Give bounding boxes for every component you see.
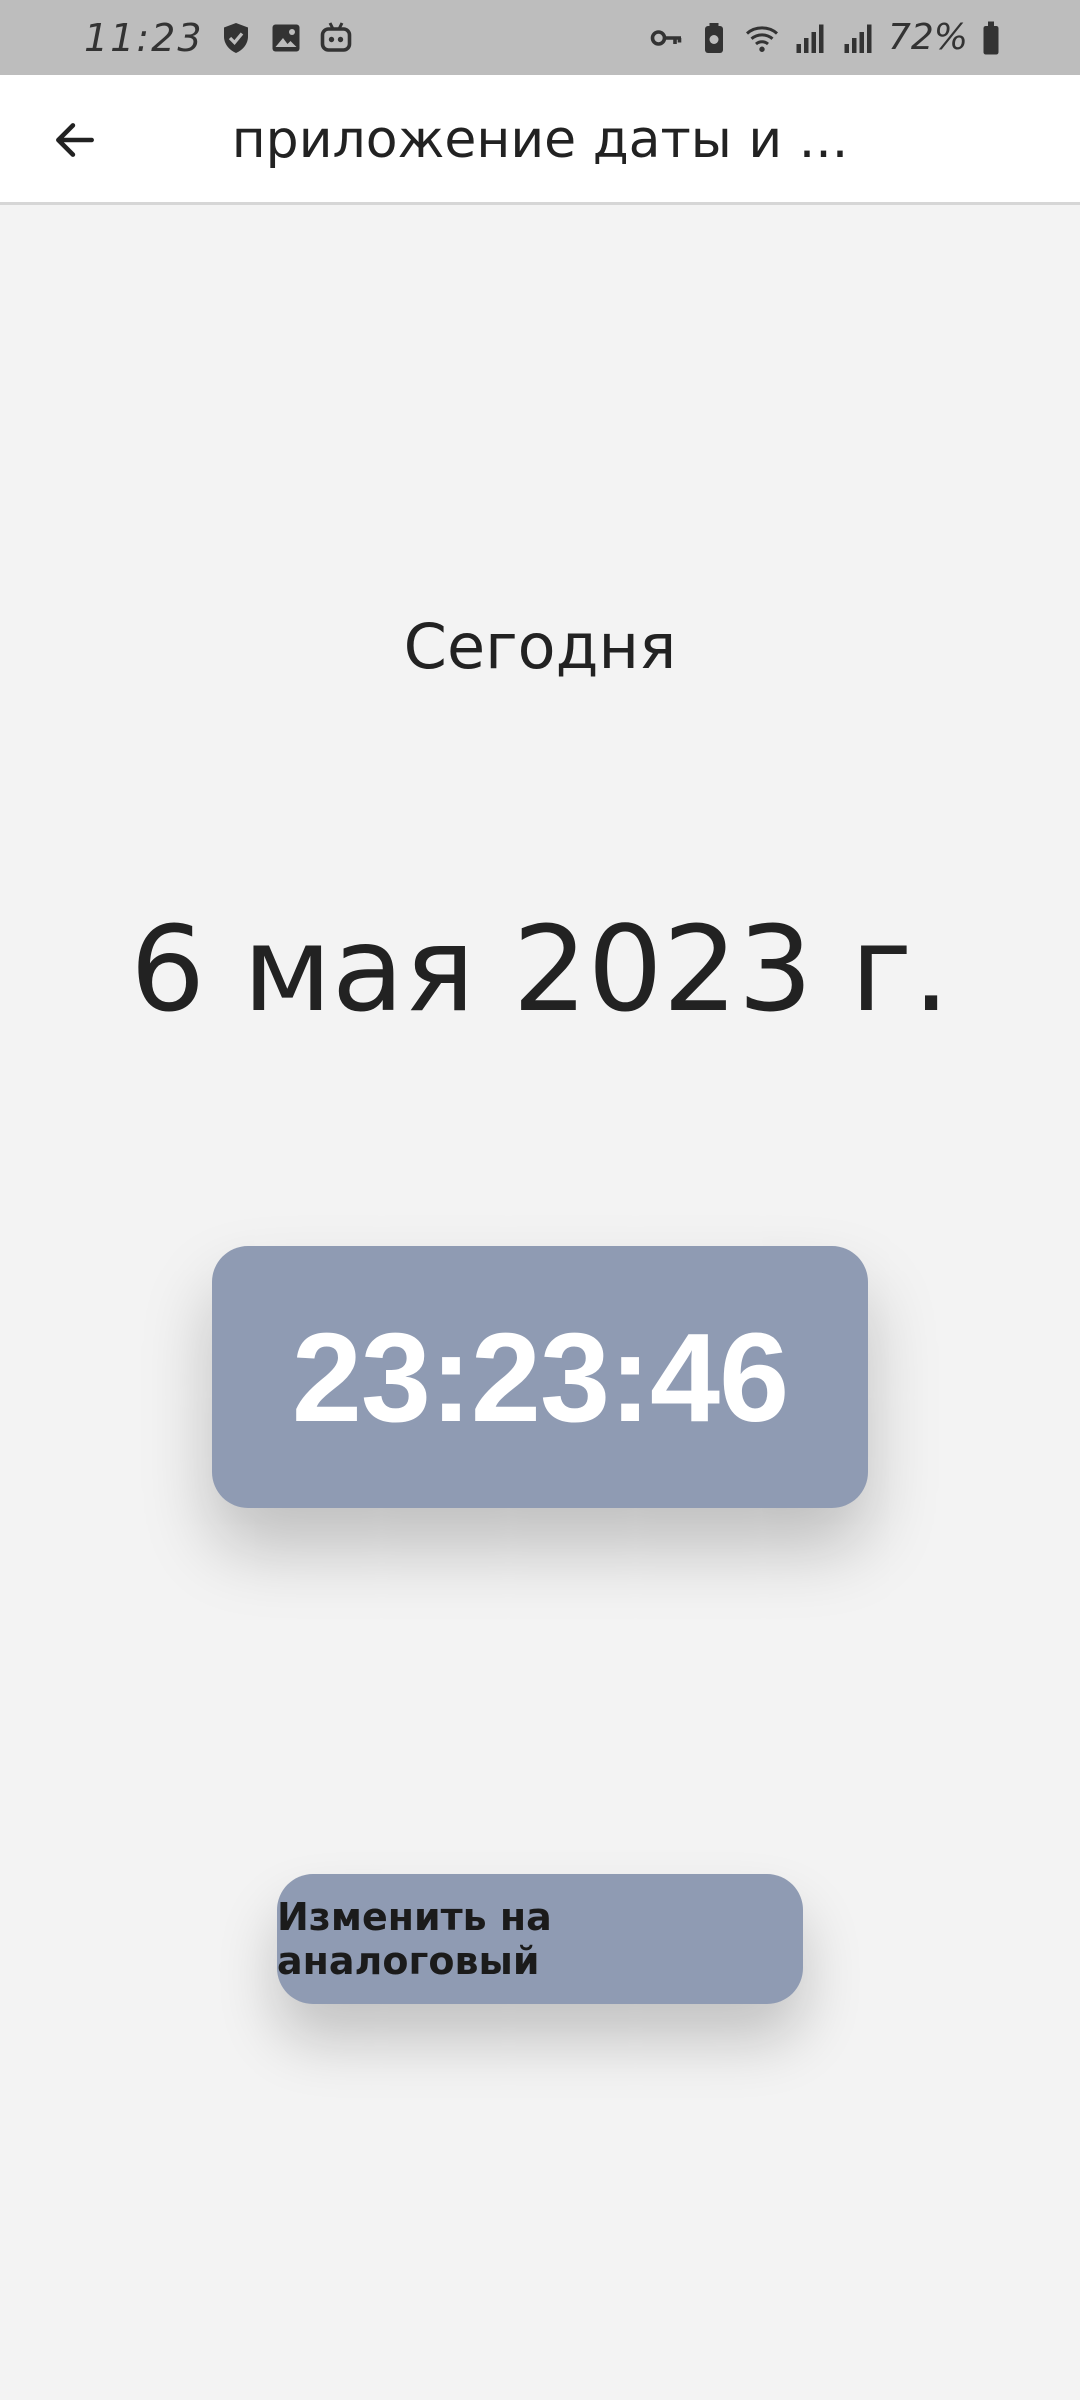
status-right: 72% bbox=[648, 0, 1002, 75]
signal-icon bbox=[792, 20, 828, 56]
current-date: 6 мая 2023 г. bbox=[130, 900, 950, 1038]
image-icon bbox=[268, 20, 304, 56]
battery-percent: 72% bbox=[887, 17, 968, 58]
key-icon bbox=[648, 20, 684, 56]
signal-icon bbox=[840, 20, 876, 56]
switch-to-analog-button[interactable]: Изменить на аналоговый bbox=[277, 1874, 803, 2004]
wifi-icon bbox=[744, 20, 780, 56]
check-shield-icon bbox=[218, 20, 254, 56]
app-title: приложение даты и ... bbox=[231, 110, 849, 170]
digital-clock-time: 23:23:46 bbox=[291, 1306, 789, 1448]
battery-saver-icon bbox=[696, 20, 732, 56]
app-bar: приложение даты и ... bbox=[0, 75, 1080, 205]
battery-icon bbox=[980, 20, 1002, 56]
robot-icon bbox=[318, 20, 354, 56]
switch-to-analog-label: Изменить на аналоговый bbox=[277, 1895, 552, 1983]
today-label: Сегодня bbox=[403, 610, 677, 683]
digital-clock-card: 23:23:46 bbox=[212, 1246, 868, 1508]
status-time: 11:23 bbox=[84, 15, 204, 60]
status-left: 11:23 bbox=[84, 0, 354, 75]
status-bar: 11:23 72% bbox=[0, 0, 1080, 75]
